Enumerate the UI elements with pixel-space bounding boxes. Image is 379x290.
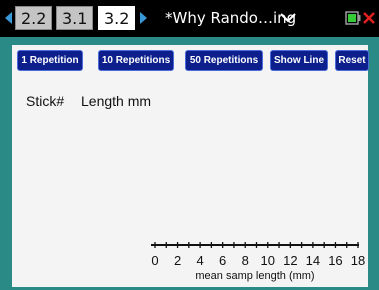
axis-tick-label: 12 (283, 253, 297, 268)
length-header: Length mm (81, 93, 152, 109)
previous-page-icon[interactable] (5, 12, 12, 24)
axis-tick-label: 4 (196, 253, 203, 268)
chevron-down-icon[interactable] (280, 12, 296, 24)
one-repetition-button[interactable]: 1 Repetition (17, 50, 83, 71)
stick-number-header: Stick# (26, 93, 65, 109)
document-title[interactable]: *Why Rando…ing (165, 7, 296, 29)
simulation-canvas: 1 Repetition 10 Repetitions 50 Repetitio… (12, 45, 369, 287)
title-bar: 2.2 3.1 3.2 *Why Rando…ing (0, 0, 379, 37)
tab-3-1[interactable]: 3.1 (56, 6, 94, 30)
axis-tick-label: 8 (242, 253, 249, 268)
tab-3-2[interactable]: 3.2 (98, 6, 136, 30)
axis-tick-label: 10 (261, 253, 275, 268)
app-panel: 1 Repetition 10 Repetitions 50 Repetitio… (0, 37, 379, 290)
axis-tick-label: 6 (219, 253, 226, 268)
axis-title: mean samp length (mm) (195, 270, 314, 282)
tab-2-2[interactable]: 2.2 (15, 6, 53, 30)
axis-tick-label: 18 (351, 253, 365, 268)
axis-tick-label: 16 (328, 253, 342, 268)
app-window: 2.2 3.1 3.2 *Why Rando…ing 1 Repetition … (0, 0, 379, 290)
next-page-icon[interactable] (140, 12, 147, 24)
ten-repetitions-button[interactable]: 10 Repetitions (98, 50, 174, 71)
reset-button[interactable]: Reset (335, 50, 369, 71)
battery-icon (345, 11, 361, 25)
show-line-button[interactable]: Show Line (270, 50, 328, 71)
number-line-axis: 0 2 4 6 8 10 12 14 16 18 mean samp length (mm) (151, 242, 365, 282)
close-icon[interactable] (362, 9, 376, 27)
fifty-repetitions-button[interactable]: 50 Repetitions (185, 50, 263, 71)
axis-tick-label: 14 (306, 253, 320, 268)
axis-tick-label: 2 (174, 253, 181, 268)
axis-tick-label: 0 (151, 253, 158, 268)
